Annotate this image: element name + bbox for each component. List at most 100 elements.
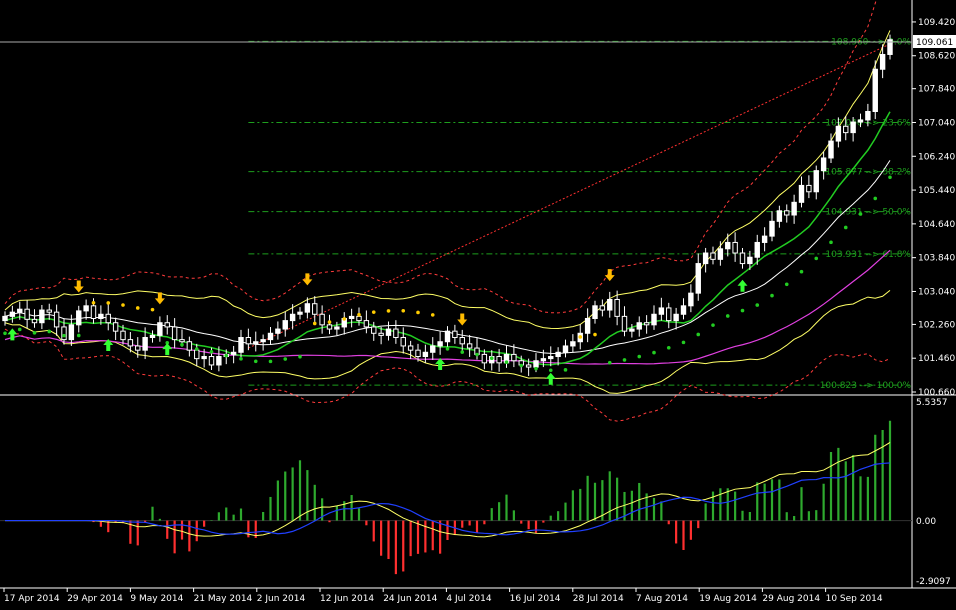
candle-bearish — [127, 339, 134, 347]
candle-bullish — [260, 339, 266, 343]
psar-dot — [843, 225, 848, 230]
candle-bullish — [850, 121, 856, 134]
psar-dot — [475, 352, 479, 357]
candle-bearish — [400, 337, 406, 347]
candle-bullish — [297, 311, 303, 315]
candle-bearish — [135, 345, 141, 351]
candle-bullish — [717, 248, 724, 260]
fib-level-label: 100.823 --> 100.0% — [820, 381, 912, 391]
candle-bearish — [208, 356, 215, 366]
candle-bullish — [769, 220, 775, 237]
candle-bearish — [806, 184, 812, 193]
candle-bearish — [112, 322, 119, 332]
candle-bullish — [651, 313, 657, 326]
candle-bullish — [142, 337, 148, 351]
date-tick-label: 16 Jul 2014 — [510, 594, 561, 604]
psar-dot — [784, 282, 789, 287]
candle-bullish — [253, 341, 259, 345]
candle-bearish — [61, 326, 67, 341]
psar-dot — [416, 310, 420, 315]
psar-dot — [106, 301, 111, 305]
candle-bearish — [194, 349, 200, 360]
candle-bullish — [216, 356, 222, 366]
candle-bullish — [725, 241, 731, 250]
psar-dot — [91, 300, 96, 305]
psar-dot — [666, 345, 671, 350]
candle-bearish — [171, 326, 178, 341]
candle-bearish — [319, 313, 325, 326]
psar-dot — [209, 350, 214, 354]
candle-bullish — [334, 326, 340, 330]
candle-bearish — [525, 364, 532, 368]
psar-dot — [180, 342, 184, 347]
candle-bearish — [415, 349, 421, 358]
candle-bearish — [710, 252, 716, 260]
date-tick-label: 7 Aug 2014 — [636, 594, 688, 604]
fib-level-label: 104.931 --> 50.0% — [825, 208, 911, 218]
candle-bearish — [186, 341, 193, 351]
candle-bearish — [53, 311, 60, 328]
price-tick-label: 103.840 — [918, 254, 955, 264]
psar-dot — [32, 331, 37, 335]
candle-bearish — [614, 298, 620, 317]
price-tick-label: 100.660 — [918, 388, 955, 398]
date-tick-label: 24 Jun 2014 — [383, 594, 437, 604]
candle-bullish — [304, 303, 311, 313]
psar-dot — [770, 293, 774, 298]
candle-bullish — [754, 241, 760, 258]
price-tick-label: 103.040 — [918, 287, 955, 297]
fib-level-label: 103.931 --> 61.8% — [825, 250, 911, 260]
candle-bullish — [385, 328, 392, 336]
psar-dot — [725, 314, 730, 318]
psar-dot — [755, 303, 760, 307]
candle-bearish — [179, 339, 185, 343]
candle-bullish — [629, 328, 635, 332]
candle-bullish — [68, 324, 75, 341]
candle-bullish — [562, 345, 569, 353]
candle-bullish — [2, 315, 8, 322]
candle-bullish — [230, 351, 237, 355]
date-tick-label: 10 Sep 2014 — [826, 594, 883, 604]
candle-bullish — [791, 201, 797, 216]
osc-axis-top: 5.5357 — [916, 398, 948, 408]
date-tick-label: 9 May 2014 — [130, 594, 183, 604]
candle-bullish — [149, 334, 156, 339]
psar-dot — [652, 350, 656, 355]
candle-bearish — [378, 332, 384, 336]
date-tick-label: 4 Jul 2014 — [446, 594, 491, 604]
psar-dot — [563, 368, 568, 372]
candle-bullish — [348, 315, 355, 319]
candle-bullish — [39, 309, 45, 324]
psar-dot — [121, 303, 125, 307]
candle-bullish — [813, 170, 819, 193]
candle-bullish — [83, 305, 89, 312]
candle-bullish — [584, 317, 591, 334]
candle-bearish — [371, 326, 377, 334]
forex-chart: 108.960 --> 0.0%107.040 --> 23.6%105.877… — [0, 0, 956, 610]
psar-dot — [76, 333, 81, 338]
candle-bearish — [643, 322, 650, 326]
candle-bullish — [879, 53, 886, 70]
candle-bullish — [282, 320, 288, 330]
candle-bullish — [289, 313, 296, 322]
candle-bearish — [843, 125, 849, 134]
candle-bullish — [820, 157, 827, 172]
candle-bullish — [570, 341, 576, 347]
candle-bearish — [599, 305, 606, 311]
date-tick-label: 29 Apr 2014 — [67, 594, 123, 604]
current-price-label: 109.061 — [916, 38, 953, 48]
psar-dot — [519, 363, 524, 368]
psar-dot — [593, 332, 597, 337]
price-tick-label: 101.460 — [918, 354, 955, 364]
psar-dot — [253, 359, 258, 364]
fib-level-label: 105.877 --> 38.2% — [825, 168, 911, 178]
psar-dot — [578, 335, 583, 339]
date-tick-label: 17 Apr 2014 — [4, 594, 60, 604]
candle-bearish — [105, 313, 111, 324]
psar-dot — [829, 240, 833, 245]
candle-bullish — [680, 305, 687, 315]
candle-bearish — [739, 252, 746, 265]
candle-bearish — [120, 330, 126, 341]
psar-dot — [430, 313, 435, 317]
candle-bullish — [201, 356, 207, 360]
